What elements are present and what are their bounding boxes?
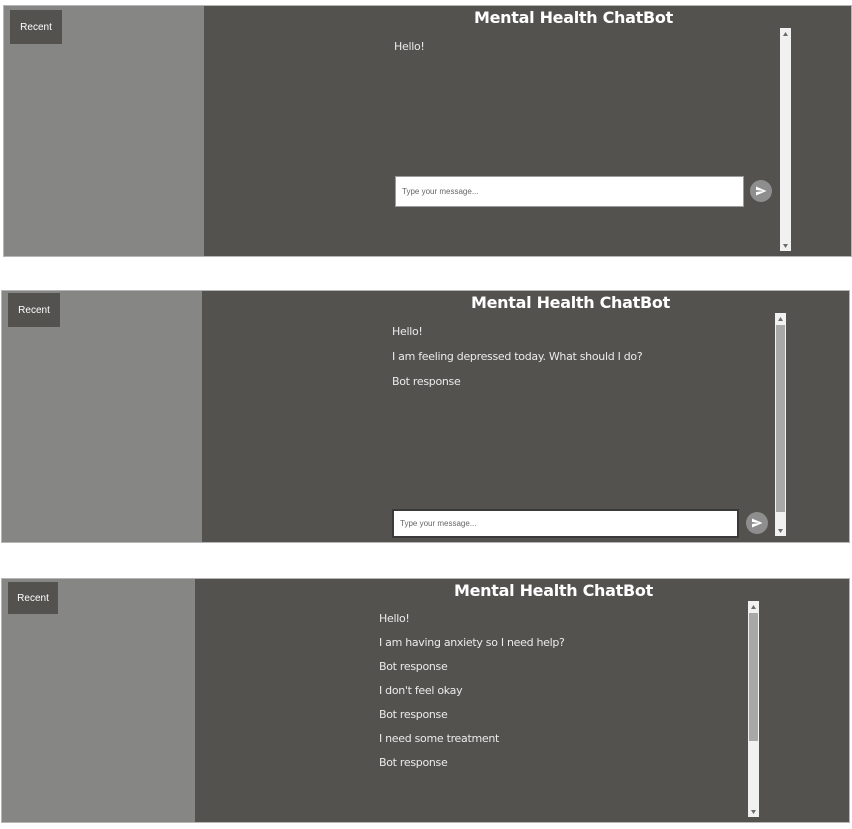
scroll-down-arrow[interactable] [775,525,786,536]
send-button[interactable] [750,180,772,202]
scroll-down-arrow[interactable] [780,240,791,251]
chat-message: Bot response [379,756,448,769]
sidebar: Recent [4,6,204,256]
send-arrow-icon [756,186,767,196]
page-title: Mental Health ChatBot [474,8,673,27]
triangle-up-icon [778,316,783,321]
chat-message: I don't feel okay [379,684,463,697]
recent-button[interactable]: Recent [8,582,58,614]
chat-screen-2: Recent Mental Health ChatBot Hello! I am… [1,290,850,543]
send-button[interactable] [746,512,768,534]
chat-screen-1: Recent Mental Health ChatBot Hello! [3,5,852,257]
chat-message: I am having anxiety so I need help? [379,636,565,649]
page-title: Mental Health ChatBot [454,581,653,600]
page-title: Mental Health ChatBot [471,293,670,312]
chat-message: I am feeling depressed today. What shoul… [392,350,643,363]
triangle-down-icon [783,243,788,248]
message-input[interactable] [395,176,744,207]
scroll-up-arrow[interactable] [780,28,791,39]
scroll-up-arrow[interactable] [775,313,786,324]
chat-screen-3: Recent Mental Health ChatBot Hello! I am… [1,578,850,823]
scroll-thumb[interactable] [749,613,758,741]
chat-message: Hello! [394,40,425,53]
chat-message: Bot response [392,375,461,388]
send-arrow-icon [752,518,763,528]
sidebar: Recent [2,291,202,542]
sidebar: Recent [2,579,195,822]
triangle-down-icon [751,809,756,814]
scroll-up-arrow[interactable] [748,601,759,612]
scroll-thumb[interactable] [776,325,785,512]
triangle-down-icon [778,528,783,533]
chat-message: Bot response [379,708,448,721]
chat-message: Hello! [379,612,410,625]
triangle-up-icon [751,604,756,609]
triangle-up-icon [783,31,788,36]
chat-message: Bot response [379,660,448,673]
chat-scrollbar[interactable] [748,601,759,817]
chat-message: Hello! [392,325,423,338]
scroll-down-arrow[interactable] [748,806,759,817]
recent-button[interactable]: Recent [8,293,60,327]
chat-scrollbar[interactable] [775,313,786,536]
chat-message: I need some treatment [379,732,500,745]
recent-button[interactable]: Recent [10,10,62,44]
chat-scrollbar[interactable] [780,28,791,251]
message-input[interactable] [392,509,739,538]
